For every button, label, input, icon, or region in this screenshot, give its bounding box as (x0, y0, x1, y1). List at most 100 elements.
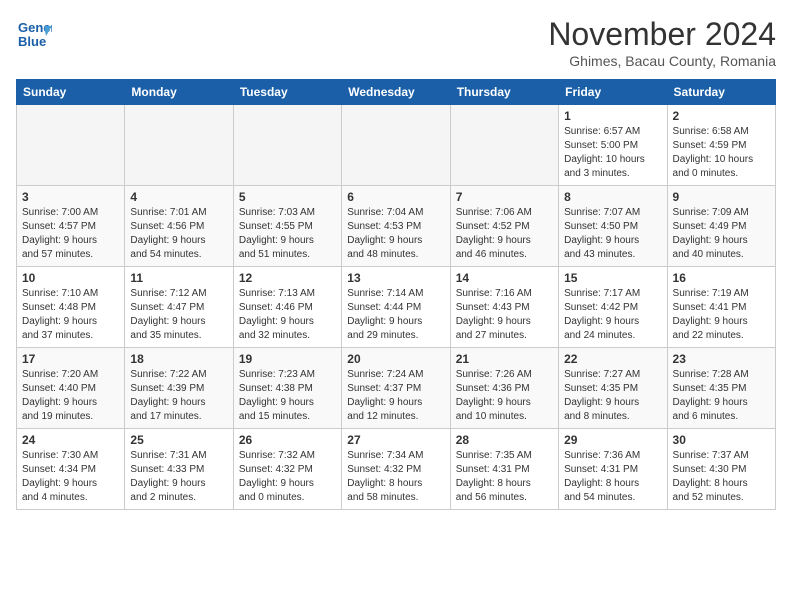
calendar-week-5: 24 Sunrise: 7:30 AM Sunset: 4:34 PM Dayli… (17, 429, 776, 510)
day-number: 25 (130, 433, 227, 447)
day-info: Sunrise: 7:13 AM Sunset: 4:46 PM Dayligh… (239, 287, 336, 343)
calendar-cell: 29Sunrise: 7:36 AM Sunset: 4:31 PM Dayli… (559, 429, 667, 510)
day-info: Sunrise: 7:37 AM Sunset: 4:30 PM Dayligh… (673, 449, 770, 505)
day-info: Sunrise: 7:35 AM Sunset: 4:31 PM Dayligh… (456, 449, 553, 505)
day-info: Sunrise: 7:14 AM Sunset: 4:44 PM Dayligh… (347, 287, 444, 343)
day-info: Sunrise: 7:12 AM Sunset: 4:47 PM Dayligh… (130, 287, 227, 343)
day-number: 15 (564, 271, 661, 285)
calendar-cell (17, 105, 125, 186)
day-info: Sunrise: 7:31 AM Sunset: 4:33 PM Dayligh… (130, 449, 227, 505)
calendar-week-1: 1 Sunrise: 6:57 AM Sunset: 5:00 PM Daylig… (17, 105, 776, 186)
day-number: 10 (22, 271, 119, 285)
calendar-cell: 12 Sunrise: 7:13 AM Sunset: 4:46 PM Dayli… (233, 267, 341, 348)
day-info: Sunrise: 7:00 AM Sunset: 4:57 PM Dayligh… (22, 206, 119, 262)
day-info: Sunrise: 7:34 AM Sunset: 4:32 PM Dayligh… (347, 449, 444, 505)
day-number: 26 (239, 433, 336, 447)
day-number: 17 (22, 352, 119, 366)
day-number: 13 (347, 271, 444, 285)
day-info: Sunrise: 7:03 AM Sunset: 4:55 PM Dayligh… (239, 206, 336, 262)
day-info: Sunrise: 7:09 AM Sunset: 4:49 PM Dayligh… (673, 206, 770, 262)
calendar-cell: 28 Sunrise: 7:35 AM Sunset: 4:31 PM Dayli… (450, 429, 558, 510)
calendar-cell (233, 105, 341, 186)
day-number: 7 (456, 190, 553, 204)
day-info: Sunrise: 7:30 AM Sunset: 4:34 PM Dayligh… (22, 449, 119, 505)
calendar-cell: 17 Sunrise: 7:20 AM Sunset: 4:40 PM Dayli… (17, 348, 125, 429)
calendar-cell (450, 105, 558, 186)
page-header: General Blue November 2024 Ghimes, Bacau… (16, 16, 776, 69)
weekday-header-tuesday: Tuesday (233, 80, 341, 105)
calendar-cell: 2Sunrise: 6:58 AM Sunset: 4:59 PM Daylig… (667, 105, 775, 186)
calendar-cell: 11 Sunrise: 7:12 AM Sunset: 4:47 PM Dayli… (125, 267, 233, 348)
day-number: 28 (456, 433, 553, 447)
calendar-cell: 22 Sunrise: 7:27 AM Sunset: 4:35 PM Dayli… (559, 348, 667, 429)
day-number: 27 (347, 433, 444, 447)
logo-icon: General Blue (16, 16, 52, 52)
day-number: 23 (673, 352, 770, 366)
day-number: 16 (673, 271, 770, 285)
calendar-week-4: 17 Sunrise: 7:20 AM Sunset: 4:40 PM Dayli… (17, 348, 776, 429)
day-number: 11 (130, 271, 227, 285)
day-info: Sunrise: 7:32 AM Sunset: 4:32 PM Dayligh… (239, 449, 336, 505)
month-title: November 2024 (548, 16, 776, 53)
calendar-cell: 18 Sunrise: 7:22 AM Sunset: 4:39 PM Dayli… (125, 348, 233, 429)
day-number: 9 (673, 190, 770, 204)
day-info: Sunrise: 7:26 AM Sunset: 4:36 PM Dayligh… (456, 368, 553, 424)
day-info: Sunrise: 7:23 AM Sunset: 4:38 PM Dayligh… (239, 368, 336, 424)
day-number: 22 (564, 352, 661, 366)
calendar-week-2: 3 Sunrise: 7:00 AM Sunset: 4:57 PM Daylig… (17, 186, 776, 267)
calendar-cell: 13 Sunrise: 7:14 AM Sunset: 4:44 PM Dayli… (342, 267, 450, 348)
day-info: Sunrise: 7:22 AM Sunset: 4:39 PM Dayligh… (130, 368, 227, 424)
calendar-cell: 14 Sunrise: 7:16 AM Sunset: 4:43 PM Dayli… (450, 267, 558, 348)
calendar-cell: 6Sunrise: 7:04 AM Sunset: 4:53 PM Daylig… (342, 186, 450, 267)
day-info: Sunrise: 7:28 AM Sunset: 4:35 PM Dayligh… (673, 368, 770, 424)
logo: General Blue (16, 16, 52, 52)
calendar-cell (125, 105, 233, 186)
weekday-header-thursday: Thursday (450, 80, 558, 105)
calendar-cell: 27 Sunrise: 7:34 AM Sunset: 4:32 PM Dayli… (342, 429, 450, 510)
day-info: Sunrise: 7:16 AM Sunset: 4:43 PM Dayligh… (456, 287, 553, 343)
day-info: Sunrise: 7:24 AM Sunset: 4:37 PM Dayligh… (347, 368, 444, 424)
day-number: 21 (456, 352, 553, 366)
weekday-header-row: SundayMondayTuesdayWednesdayThursdayFrid… (17, 80, 776, 105)
day-number: 30 (673, 433, 770, 447)
day-info: Sunrise: 7:17 AM Sunset: 4:42 PM Dayligh… (564, 287, 661, 343)
day-number: 3 (22, 190, 119, 204)
day-number: 18 (130, 352, 227, 366)
calendar-week-3: 10 Sunrise: 7:10 AM Sunset: 4:48 PM Dayli… (17, 267, 776, 348)
day-info: Sunrise: 7:07 AM Sunset: 4:50 PM Dayligh… (564, 206, 661, 262)
day-number: 12 (239, 271, 336, 285)
day-info: Sunrise: 6:58 AM Sunset: 4:59 PM Dayligh… (673, 125, 770, 181)
calendar-cell: 15 Sunrise: 7:17 AM Sunset: 4:42 PM Dayli… (559, 267, 667, 348)
calendar-cell: 25 Sunrise: 7:31 AM Sunset: 4:33 PM Dayli… (125, 429, 233, 510)
day-info: Sunrise: 7:27 AM Sunset: 4:35 PM Dayligh… (564, 368, 661, 424)
day-number: 1 (564, 109, 661, 123)
calendar-cell: 10 Sunrise: 7:10 AM Sunset: 4:48 PM Dayli… (17, 267, 125, 348)
day-info: Sunrise: 7:20 AM Sunset: 4:40 PM Dayligh… (22, 368, 119, 424)
day-number: 29 (564, 433, 661, 447)
calendar-cell: 20 Sunrise: 7:24 AM Sunset: 4:37 PM Dayli… (342, 348, 450, 429)
day-info: Sunrise: 7:10 AM Sunset: 4:48 PM Dayligh… (22, 287, 119, 343)
day-info: Sunrise: 7:01 AM Sunset: 4:56 PM Dayligh… (130, 206, 227, 262)
weekday-header-monday: Monday (125, 80, 233, 105)
day-number: 6 (347, 190, 444, 204)
calendar-cell: 3 Sunrise: 7:00 AM Sunset: 4:57 PM Daylig… (17, 186, 125, 267)
day-number: 24 (22, 433, 119, 447)
day-number: 4 (130, 190, 227, 204)
calendar-cell: 8Sunrise: 7:07 AM Sunset: 4:50 PM Daylig… (559, 186, 667, 267)
day-info: Sunrise: 6:57 AM Sunset: 5:00 PM Dayligh… (564, 125, 661, 181)
calendar-cell: 23 Sunrise: 7:28 AM Sunset: 4:35 PM Dayli… (667, 348, 775, 429)
day-info: Sunrise: 7:06 AM Sunset: 4:52 PM Dayligh… (456, 206, 553, 262)
weekday-header-friday: Friday (559, 80, 667, 105)
calendar-cell: 1 Sunrise: 6:57 AM Sunset: 5:00 PM Daylig… (559, 105, 667, 186)
calendar-cell: 19 Sunrise: 7:23 AM Sunset: 4:38 PM Dayli… (233, 348, 341, 429)
weekday-header-saturday: Saturday (667, 80, 775, 105)
title-section: November 2024 Ghimes, Bacau County, Roma… (548, 16, 776, 69)
calendar-cell: 30 Sunrise: 7:37 AM Sunset: 4:30 PM Dayli… (667, 429, 775, 510)
day-number: 20 (347, 352, 444, 366)
location-subtitle: Ghimes, Bacau County, Romania (548, 53, 776, 69)
day-number: 19 (239, 352, 336, 366)
calendar-cell: 16 Sunrise: 7:19 AM Sunset: 4:41 PM Dayli… (667, 267, 775, 348)
day-number: 14 (456, 271, 553, 285)
day-info: Sunrise: 7:19 AM Sunset: 4:41 PM Dayligh… (673, 287, 770, 343)
calendar-cell (342, 105, 450, 186)
